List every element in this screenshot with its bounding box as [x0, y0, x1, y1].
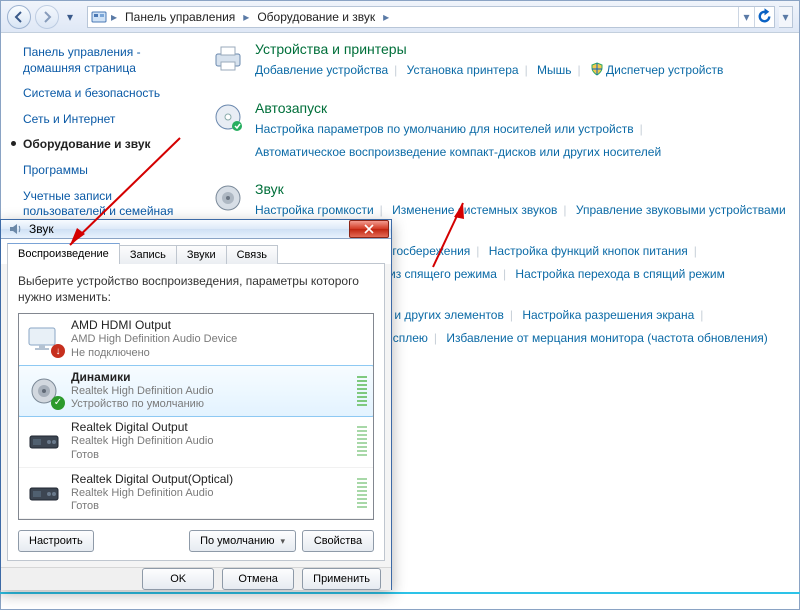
tab-strip: Воспроизведение Запись Звуки Связь [1, 239, 391, 264]
category-title[interactable]: Устройства и принтеры [255, 41, 789, 57]
instruction-text: Выберите устройство воспроизведения, пар… [18, 274, 374, 305]
device-name: Динамики [71, 370, 345, 385]
autoplay-icon [211, 100, 245, 134]
device-buttons-row: Настроить По умолчанию Свойства [18, 530, 374, 552]
device-status: Не подключено [71, 347, 367, 361]
dialog-footer: OK Отмена Применить [1, 567, 391, 590]
link-refresh-rate[interactable]: Избавление от мерцания монитора (частота… [446, 331, 767, 345]
sidebar-item-network[interactable]: Сеть и Интернет [23, 112, 191, 128]
level-meter [357, 478, 367, 508]
set-default-button[interactable]: По умолчанию [189, 530, 296, 552]
link-install-printer[interactable]: Установка принтера [407, 63, 519, 77]
link-media-defaults[interactable]: Настройка параметров по умолчанию для но… [255, 122, 634, 136]
address-dropdown[interactable]: ▾ [738, 7, 754, 27]
breadcrumb-control-panel[interactable]: Панель управления [121, 7, 239, 27]
device-status: Устройство по умолчанию [71, 398, 345, 412]
tab-recording[interactable]: Запись [119, 245, 177, 264]
link-sleep[interactable]: Настройка перехода в спящий режим [515, 267, 724, 281]
link-partial[interactable]: та и других элементов [379, 308, 504, 322]
breadcrumb-hardware-sound[interactable]: Оборудование и звук [253, 7, 379, 27]
receiver-icon [25, 476, 63, 510]
chevron-right-icon[interactable]: ▸ [107, 7, 121, 27]
category-title[interactable]: Автозапуск [255, 100, 789, 116]
decorative-line [0, 592, 800, 594]
device-desc: Realtek High Definition Audio [71, 435, 345, 449]
category-power-partial: ергосбережения| Настройка функций кнопок… [379, 240, 789, 286]
link-add-device[interactable]: Добавление устройства [255, 63, 388, 77]
link-volume[interactable]: Настройка громкости [255, 203, 374, 217]
address-bar[interactable]: ▸ Панель управления ▸ Оборудование и зву… [87, 6, 775, 28]
shield-icon [590, 62, 604, 76]
device-list[interactable]: ↓ AMD HDMI Output AMD High Definition Au… [18, 313, 374, 520]
device-status: Готов [71, 500, 345, 514]
category-title[interactable]: D [379, 367, 789, 383]
speaker-icon: ✓ [25, 374, 63, 408]
category-devices-printers: Устройства и принтеры Добавление устройс… [211, 41, 789, 82]
tab-playback[interactable]: Воспроизведение [7, 243, 120, 264]
device-status: Готов [71, 449, 345, 463]
configure-button[interactable]: Настроить [18, 530, 94, 552]
dialog-titlebar[interactable]: Звук [1, 220, 391, 239]
link-partial[interactable]: ергосбережения [379, 244, 470, 258]
sidebar-item-hardware-sound[interactable]: Оборудование и звук [23, 137, 191, 153]
refresh-icon[interactable] [754, 7, 774, 27]
chevron-right-icon[interactable]: ▸ [239, 7, 253, 27]
disabled-overlay-icon: ↓ [51, 344, 65, 358]
ok-button[interactable]: OK [142, 568, 214, 590]
forward-button[interactable] [35, 5, 59, 29]
level-meter [357, 376, 367, 406]
nav-bar: ▾ ▸ Панель управления ▸ Оборудование и з… [1, 1, 799, 33]
category-title[interactable]: Звук [255, 181, 789, 197]
receiver-icon [25, 424, 63, 458]
link-audio-devices[interactable]: Управление звуковыми устройствами [576, 203, 786, 217]
control-panel-icon [91, 9, 107, 25]
link-power-buttons[interactable]: Настройка функций кнопок питания [489, 244, 688, 258]
device-name: Realtek Digital Output [71, 420, 345, 435]
category-d-partial: D [379, 367, 789, 385]
device-desc: Realtek High Definition Audio [71, 385, 345, 399]
device-row[interactable]: Realtek Digital Output Realtek High Defi… [19, 416, 373, 468]
printer-icon [211, 41, 245, 75]
category-autoplay: Автозапуск Настройка параметров по умолч… [211, 100, 789, 164]
category-display-partial: та и других элементов| Настройка разреше… [379, 304, 789, 350]
chevron-right-icon[interactable]: ▸ [379, 7, 393, 27]
link-system-sounds[interactable]: Изменение системных звуков [392, 203, 557, 217]
sidebar-item-accounts[interactable]: Учетные записи пользователей и семейная [23, 189, 191, 220]
tab-communications[interactable]: Связь [226, 245, 278, 264]
apply-button[interactable]: Применить [302, 568, 381, 590]
cancel-button[interactable]: Отмена [222, 568, 294, 590]
link-resolution[interactable]: Настройка разрешения экрана [522, 308, 694, 322]
tab-body: Выберите устройство воспроизведения, пар… [7, 263, 385, 561]
link-device-manager[interactable]: Диспетчер устройств [606, 63, 723, 77]
nav-history-dropdown[interactable]: ▾ [63, 6, 77, 28]
sound-icon [211, 181, 245, 215]
monitor-icon: ↓ [25, 322, 63, 356]
link-mouse[interactable]: Мышь [537, 63, 572, 77]
device-row[interactable]: Realtek Digital Output(Optical) Realtek … [19, 468, 373, 520]
properties-button[interactable]: Свойства [302, 530, 374, 552]
close-button[interactable] [349, 220, 389, 238]
sidebar-item-programs[interactable]: Программы [23, 163, 191, 179]
address-extra-dropdown[interactable]: ▾ [779, 6, 793, 28]
sound-icon [7, 221, 23, 237]
link-partial[interactable]: е из спящего режима [379, 267, 497, 281]
device-row[interactable]: ↓ AMD HDMI Output AMD High Definition Au… [19, 314, 373, 366]
level-meter [357, 426, 367, 456]
tab-sounds[interactable]: Звуки [176, 245, 227, 264]
sound-dialog: Звук Воспроизведение Запись Звуки Связь … [0, 219, 392, 590]
category-sound: Звук Настройка громкости| Изменение сист… [211, 181, 789, 222]
default-overlay-icon: ✓ [51, 396, 65, 410]
dialog-title: Звук [29, 222, 54, 236]
sidebar-item-home[interactable]: Панель управления - домашняя страница [23, 45, 191, 76]
device-name: Realtek Digital Output(Optical) [71, 472, 345, 487]
link-cd-autoplay[interactable]: Автоматическое воспроизведение компакт-д… [255, 145, 661, 159]
category-links: Добавление устройства| Установка принтер… [255, 59, 789, 82]
device-name: AMD HDMI Output [71, 318, 367, 333]
device-row[interactable]: ✓ Динамики Realtek High Definition Audio… [18, 365, 374, 418]
back-button[interactable] [7, 5, 31, 29]
device-desc: Realtek High Definition Audio [71, 487, 345, 501]
sidebar-item-system-security[interactable]: Система и безопасность [23, 86, 191, 102]
device-desc: AMD High Definition Audio Device [71, 333, 367, 347]
